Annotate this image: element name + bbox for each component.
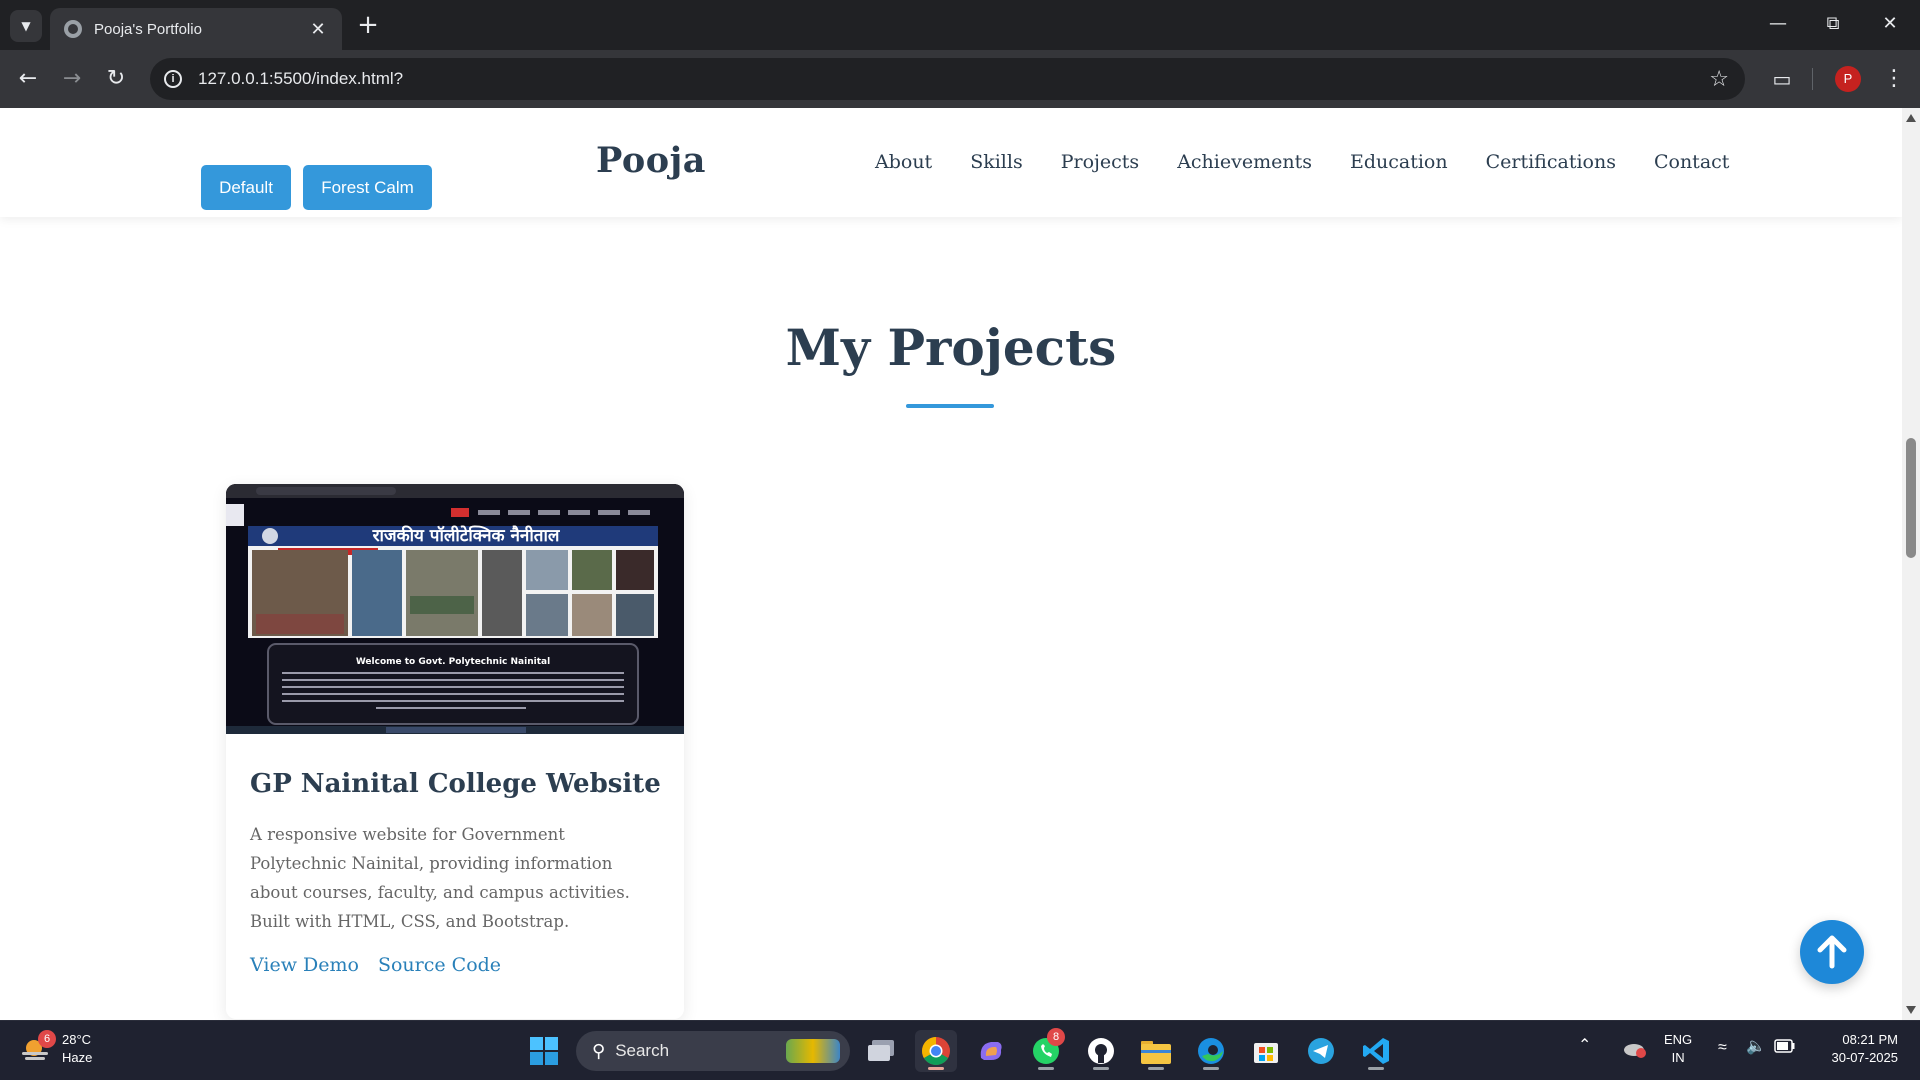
profile-avatar[interactable]: P	[1835, 66, 1861, 92]
browser-toolbar: ← → ↻ i 127.0.0.1:5500/index.html? ☆ ▭ P…	[0, 50, 1920, 108]
copilot-icon[interactable]	[970, 1030, 1012, 1072]
site-header: Default Forest Calm Pooja About Skills P…	[0, 108, 1902, 217]
weather-temp: 28°C	[62, 1032, 92, 1047]
active-indicator	[1203, 1067, 1219, 1070]
language-bottom: IN	[1671, 1050, 1685, 1065]
system-clock[interactable]: 08:21 PM 30-07-2025	[1812, 1031, 1899, 1067]
windows-start-icon[interactable]	[523, 1030, 565, 1072]
toolbar-divider	[1812, 68, 1813, 90]
view-demo-link[interactable]: View Demo	[250, 954, 359, 976]
project-thumbnail: राजकीय पॉलीटेक्निक नैनीताल Welcome to Go…	[226, 484, 684, 734]
weather-widget[interactable]: 6 28°C Haze	[20, 1030, 92, 1067]
tab-title: Pooja's Portfolio	[94, 20, 202, 38]
project-screenshot-image: राजकीय पॉलीटेक्निक नैनीताल Welcome to Go…	[226, 484, 684, 734]
vscode-icon[interactable]	[1355, 1030, 1397, 1072]
close-icon[interactable]: ✕	[308, 19, 328, 40]
windows-taskbar: 6 28°C Haze ⚲ Search 8 ⌃ ENG IN ≈ 🔈 08:2…	[0, 1020, 1920, 1080]
scroll-down-arrow-icon[interactable]	[1906, 1006, 1916, 1014]
scroll-thumb[interactable]	[1906, 438, 1916, 558]
active-indicator	[1368, 1067, 1384, 1070]
weather-badge: 6	[38, 1030, 56, 1048]
edge-icon[interactable]	[1190, 1030, 1232, 1072]
weather-haze-icon: 6	[20, 1030, 56, 1064]
browser-tab[interactable]: Pooja's Portfolio ✕	[50, 8, 342, 50]
telegram-icon[interactable]	[1300, 1030, 1342, 1072]
nav-link-certifications[interactable]: Certifications	[1486, 151, 1616, 173]
file-explorer-icon[interactable]	[1135, 1030, 1177, 1072]
whatsapp-badge: 8	[1047, 1028, 1065, 1046]
weather-text: 28°C Haze	[62, 1031, 92, 1067]
whatsapp-icon[interactable]: 8	[1025, 1028, 1067, 1072]
clock-date: 30-07-2025	[1831, 1050, 1899, 1065]
nav-link-achievements[interactable]: Achievements	[1177, 151, 1312, 173]
site-logo[interactable]: Pooja	[596, 140, 706, 181]
github-icon[interactable]	[1080, 1030, 1122, 1072]
project-description: A responsive website for Government Poly…	[250, 825, 630, 931]
main-nav: About Skills Projects Achievements Educa…	[875, 151, 1729, 173]
nav-link-education[interactable]: Education	[1350, 151, 1448, 173]
thumbnail-welcome-text: Welcome to Govt. Polytechnic Nainital	[356, 657, 550, 667]
minimize-icon[interactable]: —	[1758, 8, 1798, 40]
project-title: GP Nainital College Website	[250, 769, 661, 799]
nav-link-skills[interactable]: Skills	[970, 151, 1023, 173]
title-underline	[906, 404, 994, 408]
chevron-down-icon: ▼	[21, 19, 31, 33]
search-highlight-image	[786, 1039, 840, 1063]
browser-menu-icon[interactable]: ⋮	[1878, 63, 1910, 95]
show-hidden-icons-chevron-icon[interactable]: ⌃	[1578, 1037, 1591, 1055]
tab-search-button[interactable]: ▼	[10, 10, 42, 42]
page-scrollbar[interactable]	[1902, 108, 1920, 1020]
wifi-icon[interactable]: ≈	[1718, 1039, 1727, 1057]
extensions-icon[interactable]: ▭	[1766, 63, 1798, 95]
source-code-link[interactable]: Source Code	[378, 954, 501, 976]
arrow-up-icon	[1817, 935, 1847, 969]
nav-link-projects[interactable]: Projects	[1061, 151, 1139, 173]
address-bar[interactable]: i 127.0.0.1:5500/index.html? ☆	[150, 58, 1745, 100]
search-label: Search	[615, 1041, 670, 1060]
language-indicator[interactable]: ENG IN	[1664, 1031, 1692, 1067]
active-indicator	[1093, 1067, 1109, 1070]
search-icon: ⚲	[592, 1040, 606, 1062]
thumbnail-banner-text: राजकीय पॉलीटेक्निक नैनीताल	[372, 525, 561, 546]
bookmark-star-icon[interactable]: ☆	[1709, 67, 1729, 92]
active-indicator	[928, 1067, 944, 1070]
url-text: 127.0.0.1:5500/index.html?	[198, 69, 404, 88]
section-title: My Projects	[785, 318, 1117, 377]
project-card: राजकीय पॉलीटेक्निक नैनीताल Welcome to Go…	[226, 484, 684, 1019]
taskbar-search[interactable]: ⚲ Search	[576, 1031, 850, 1071]
window-close-icon[interactable]: ✕	[1870, 8, 1910, 40]
back-to-top-button[interactable]	[1800, 920, 1864, 984]
microsoft-store-icon[interactable]	[1245, 1030, 1287, 1072]
forward-arrow-icon[interactable]: →	[56, 63, 88, 95]
scroll-up-arrow-icon[interactable]	[1906, 114, 1916, 122]
theme-button-forest-calm[interactable]: Forest Calm	[303, 165, 432, 210]
nav-link-about[interactable]: About	[875, 151, 932, 173]
weather-desc: Haze	[62, 1050, 93, 1065]
battery-icon[interactable]	[1774, 1039, 1796, 1058]
active-indicator	[1038, 1067, 1054, 1070]
project-links: View Demo Source Code	[250, 954, 501, 976]
onedrive-error-icon[interactable]	[1622, 1039, 1648, 1064]
back-arrow-icon[interactable]: ←	[12, 63, 44, 95]
volume-icon[interactable]: 🔈	[1746, 1038, 1766, 1056]
active-indicator	[1148, 1067, 1164, 1070]
task-view-icon[interactable]	[860, 1030, 902, 1072]
language-top: ENG	[1664, 1032, 1693, 1047]
tab-strip: ▼ Pooja's Portfolio ✕ + — ⧉ ✕	[0, 0, 1920, 50]
globe-icon	[64, 20, 82, 38]
chrome-icon[interactable]	[915, 1030, 957, 1072]
restore-icon[interactable]: ⧉	[1813, 8, 1853, 40]
reload-icon[interactable]: ↻	[100, 63, 132, 95]
site-info-icon[interactable]: i	[164, 70, 182, 88]
theme-button-default[interactable]: Default	[201, 165, 291, 210]
clock-time: 08:21 PM	[1842, 1032, 1898, 1047]
page-viewport: Default Forest Calm Pooja About Skills P…	[0, 108, 1902, 1020]
new-tab-button[interactable]: +	[352, 10, 384, 42]
nav-link-contact[interactable]: Contact	[1654, 151, 1729, 173]
